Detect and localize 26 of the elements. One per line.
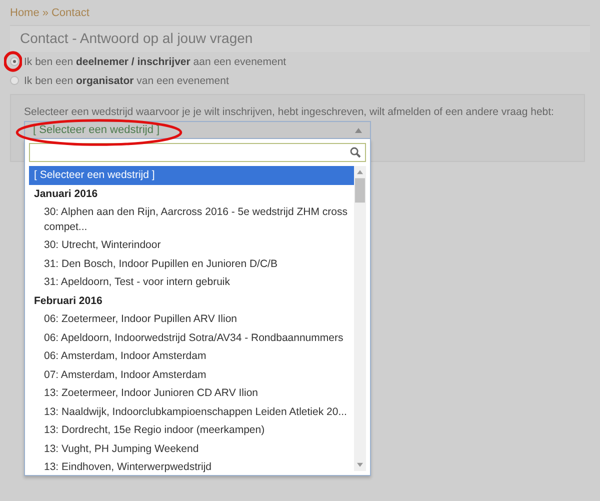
radio-label: Ik ben een deelnemer / inschrijver aan een evenement — [24, 56, 286, 68]
dropdown-option[interactable]: [ Selecteer een wedstrijd ] — [29, 166, 354, 184]
dropdown-option[interactable]: 06: Zoetermeer, Indoor Pupillen ARV Ilion — [29, 310, 354, 328]
option-group-label: Februari 2016 — [33, 294, 104, 308]
breadcrumb-separator: » — [42, 7, 48, 19]
dropdown-option[interactable]: 31: Apeldoorn, Test - voor intern gebruik — [29, 273, 354, 292]
radio-button[interactable] — [10, 76, 19, 85]
radio-label: Ik ben een organisator van een evenement — [24, 74, 229, 86]
dropdown-option[interactable]: 31: Den Bosch, Indoor Pupillen en Junioren D/C/B — [29, 254, 354, 273]
prompt-label: Selecteer een wedstrijd waarvoor je je wilt inschrijven, hebt ingeschreven, wilt afmelden of een andere vraag hebt: — [24, 106, 555, 118]
dropdown-option[interactable]: 13: Naaldwijk, Indoorclubkampioenschappen Leiden Atletiek 20... — [29, 402, 354, 421]
scrollbar[interactable] — [354, 166, 366, 471]
dropdown-option[interactable]: 06: Amsterdam, Indoor Amsterdam — [29, 347, 354, 366]
dropdown-option[interactable]: 06: Apeldoorn, Indoorwedstrijd Sotra/AV34 - Rondbaannummers — [29, 328, 354, 347]
search-field[interactable] — [29, 143, 366, 162]
radio-button[interactable] — [10, 57, 19, 66]
dropdown-option[interactable]: 13: Dordrecht, 15e Regio indoor (meerkampen) — [29, 421, 354, 440]
search-icon — [350, 147, 361, 158]
dropdown-option[interactable]: 07: Amsterdam, Indoor Amsterdam — [29, 366, 354, 384]
dropdown-option[interactable]: 13: Zoetermeer, Indoor Junioren CD ARV Ilion — [29, 384, 354, 402]
page-title: Contact - Antwoord op al jouw vragen — [20, 30, 253, 46]
dropdown-option[interactable]: 30: Utrecht, Winterindoor — [29, 236, 354, 254]
option-group-label: Januari 2016 — [33, 186, 99, 202]
dropdown-option[interactable]: 13: Vught, PH Jumping Weekend — [29, 440, 354, 458]
dropdown-option[interactable]: 13: Eindhoven, Winterwerpwedstrijd — [29, 458, 354, 476]
dropdown-option[interactable]: 30: Alphen aan den Rijn, Aarcross 2016 - 5e wedstrijd ZHM cross compet... — [29, 203, 354, 236]
